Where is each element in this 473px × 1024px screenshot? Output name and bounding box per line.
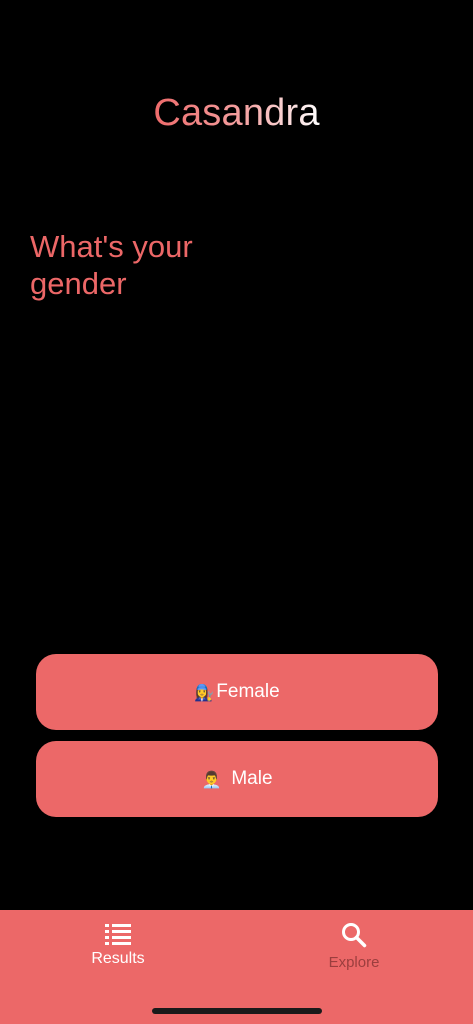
list-icon (105, 924, 131, 945)
search-icon (342, 923, 367, 948)
gender-screen: Casandra What's your gender 👩‍🔧 Female 👨… (0, 0, 473, 1024)
male-button[interactable]: 👨‍💼 Male (36, 741, 438, 817)
nav-item-results[interactable]: Results (48, 922, 188, 968)
male-button-label: Male (231, 768, 273, 789)
bottom-nav: Results Explore (0, 910, 473, 1024)
female-button[interactable]: 👩‍🔧 Female (36, 654, 438, 730)
app-title-text: Casandra (153, 92, 320, 134)
female-worker-icon: 👩‍🔧 (194, 682, 215, 702)
question-heading: What's your gender (30, 229, 193, 301)
nav-item-explore[interactable]: Explore (284, 922, 424, 971)
app-title: Casandra (0, 92, 473, 135)
home-indicator[interactable] (152, 1008, 322, 1014)
female-button-label: Female (216, 681, 280, 702)
nav-label-results: Results (91, 950, 145, 967)
nav-label-explore: Explore (328, 954, 380, 971)
male-worker-icon: 👨‍💼 (201, 769, 222, 789)
